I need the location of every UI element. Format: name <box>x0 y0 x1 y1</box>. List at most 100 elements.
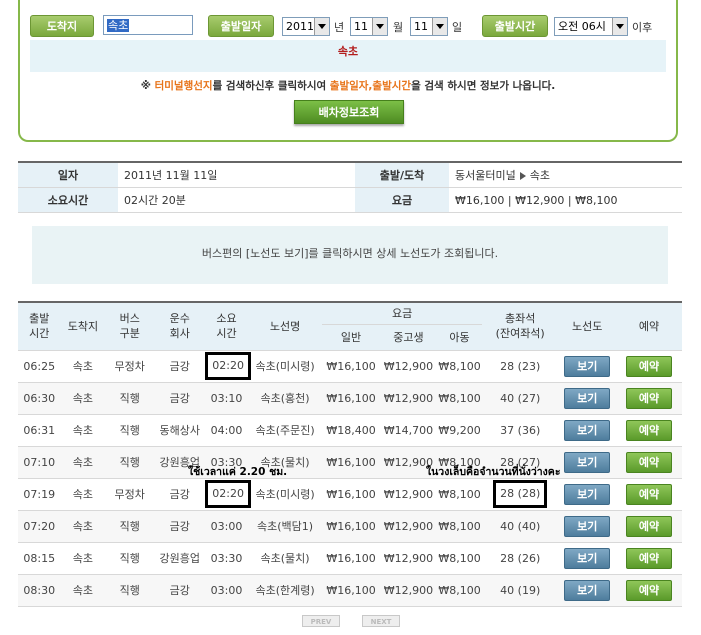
header-depart-time: 출발 시간 <box>18 302 61 351</box>
cell-depart-time-text: 07:19 <box>23 487 56 501</box>
cell-fare-youth: ₩12,900 <box>379 478 438 511</box>
year-unit: 년 <box>334 21 345 34</box>
cell-fare-child-text: ₩8,100 <box>438 519 481 533</box>
month-select[interactable]: 11 <box>350 17 388 36</box>
cell-depart-time: 07:20 <box>18 510 61 543</box>
cell-route-name: 속초(물치) <box>247 542 323 575</box>
selected-destination: 속초 <box>337 45 359 58</box>
cell-route-name-text: 속초(물치) <box>260 552 310 565</box>
view-route-button[interactable]: 보기 <box>564 451 611 473</box>
view-route-button[interactable]: 보기 <box>564 515 611 537</box>
cell-bus-type-text: 직행 <box>119 392 140 405</box>
cell-depart-time-text: 06:30 <box>23 391 56 405</box>
notice-highlight-terminal: 터미널행선지 <box>154 80 213 92</box>
cell-bus-type-text: 직행 <box>119 456 140 469</box>
table-row: 06:31 속초 직행 동해상사 04:00 속초(주문진) ₩18,400 ₩14,700 ₩… <box>18 414 682 447</box>
cell-route-map: 보기 <box>558 350 616 383</box>
cell-seats-text: 40 (40) <box>500 519 541 533</box>
reserve-button[interactable]: 예약 <box>625 515 672 537</box>
cell-bus-type: 직행 <box>105 574 155 607</box>
cell-fare-adult: ₩16,100 <box>322 510 380 543</box>
cell-fare-adult: ₩16,100 <box>322 478 380 511</box>
view-route-button[interactable]: 보기 <box>564 355 611 377</box>
cell-duration: 02:20 <box>205 350 251 383</box>
cell-fare-youth-text: ₩12,900 <box>383 551 434 565</box>
cell-reserve: 예약 <box>615 574 682 607</box>
cell-fare-adult: ₩16,100 <box>322 446 380 479</box>
cell-route-map: 보기 <box>558 446 616 479</box>
cell-seats: 28 (23) <box>481 350 559 383</box>
header-fare: 요금 <box>322 302 482 325</box>
reserve-button[interactable]: 예약 <box>625 387 672 409</box>
cell-depart-time: 08:30 <box>18 574 61 607</box>
cell-route-name: 속초(미시령) <box>247 478 323 511</box>
cell-duration: 02:20 <box>205 478 251 511</box>
cell-fare-adult-text: ₩16,100 <box>326 391 376 405</box>
reserve-button[interactable]: 예약 <box>625 419 672 441</box>
reserve-button[interactable]: 예약 <box>625 355 672 377</box>
route-map-notice: 버스편의 [노선도 보기]를 클릭하시면 상세 노선도가 조회됩니다. <box>32 226 668 284</box>
cell-reserve: 예약 <box>615 510 682 543</box>
cell-destination: 속초 <box>60 510 106 543</box>
notice-text-end: 을 검색 하시면 정보가 나옵니다. <box>411 80 556 92</box>
info-fare-label: 요금 <box>355 187 449 213</box>
notice-mark: ※ <box>140 80 151 92</box>
cell-route-name: 속초(백담1) <box>247 510 323 543</box>
view-route-button[interactable]: 보기 <box>564 419 611 441</box>
reserve-button[interactable]: 예약 <box>625 547 672 569</box>
cell-route-name-text: 속초(백담1) <box>257 520 314 533</box>
cell-bus-type: 직행 <box>105 414 155 447</box>
cell-route-name: 속초(한계령) <box>247 574 323 607</box>
day-select[interactable]: 11 <box>410 17 448 36</box>
cell-depart-time-text: 07:10 <box>23 455 56 469</box>
prev-page-button[interactable]: PREV <box>302 615 340 627</box>
view-route-button[interactable]: 보기 <box>564 547 611 569</box>
cell-route-name-text: 속초(미시령) <box>255 488 315 501</box>
table-row: 07:20 속초 직행 금강 03:00 속초(백담1) ₩16,100 ₩12,900 ₩8,… <box>18 510 682 543</box>
reserve-button[interactable]: 예약 <box>625 483 672 505</box>
header-duration: 소요 시간 <box>205 302 248 351</box>
next-label: NEXT <box>370 618 392 626</box>
cell-bus-type-text: 직행 <box>119 520 140 533</box>
info-duration-label: 소요시간 <box>18 187 118 213</box>
cell-seats: 28 (28) <box>481 478 559 511</box>
cell-fare-adult-text: ₩18,400 <box>326 423 376 437</box>
cell-duration-text: 03:30 <box>210 551 243 565</box>
next-page-button[interactable]: NEXT <box>362 615 400 627</box>
cell-destination-text: 속초 <box>72 456 94 469</box>
cell-bus-type: 직행 <box>105 542 155 575</box>
cell-fare-youth: ₩12,900 <box>379 574 438 607</box>
cell-duration-text: 02:20 <box>205 352 251 380</box>
year-select[interactable]: 2011 <box>282 17 330 36</box>
table-row: 06:25 속초 무정차 금강 02:20 속초(미시령) ₩16,100 ₩12,900 ₩8… <box>18 350 682 383</box>
time-select[interactable]: 오전 06시 <box>554 17 628 36</box>
schedule-query-button[interactable]: 배차정보조회 <box>294 100 404 124</box>
cell-fare-adult: ₩16,100 <box>322 574 380 607</box>
reserve-button[interactable]: 예약 <box>625 451 672 473</box>
view-route-button[interactable]: 보기 <box>564 579 611 601</box>
cell-route-map: 보기 <box>558 414 616 447</box>
cell-destination-text: 속초 <box>72 552 94 565</box>
header-route-name: 노선명 <box>247 302 323 351</box>
route-to: 속초 <box>529 169 550 182</box>
reserve-button[interactable]: 예약 <box>625 579 672 601</box>
cell-seats-text: 28 (26) <box>500 551 541 565</box>
header-bus-type: 버스 구분 <box>105 302 155 351</box>
cell-company-text: 금강 <box>169 360 190 373</box>
view-route-button[interactable]: 보기 <box>564 387 611 409</box>
cell-depart-time: 08:15 <box>18 542 61 575</box>
cell-route-map: 보기 <box>558 510 616 543</box>
search-panel: 도착지 속초 출발일자 2011 년 11 월 11 일 출발시간 오전 06시… <box>18 0 678 142</box>
destination-input[interactable]: 속초 <box>103 15 193 35</box>
cell-fare-youth-text: ₩12,900 <box>383 519 434 533</box>
table-row: 06:30 속초 직행 금강 03:10 속초(홍천) ₩16,100 ₩12,900 ₩8,1… <box>18 382 682 415</box>
seats-annotation: ในวงเล็บคือจำนวนที่นั่งว่างคะ <box>426 466 561 478</box>
cell-fare-child: ₩9,200 <box>437 414 482 447</box>
header-destination: 도착지 <box>60 302 106 351</box>
cell-destination: 속초 <box>60 350 106 383</box>
header-reserve: 예약 <box>615 302 682 351</box>
info-fare-value: ₩16,100 | ₩12,900 | ₩8,100 <box>449 187 682 213</box>
cell-bus-type: 무정차 <box>105 478 155 511</box>
cell-destination: 속초 <box>60 446 106 479</box>
view-route-button[interactable]: 보기 <box>564 483 611 505</box>
